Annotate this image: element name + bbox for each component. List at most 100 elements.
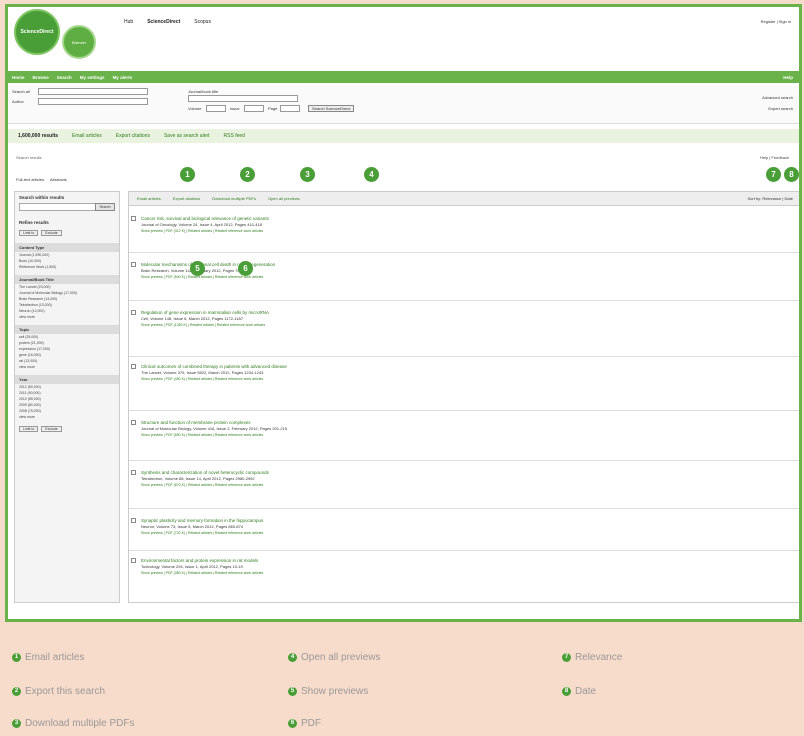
refine-buttons-bottom: Limit to Exclude xyxy=(15,424,119,434)
journal-label: Journal/book title xyxy=(188,89,219,94)
facet-head: Journal/Book Title xyxy=(15,275,119,284)
email-articles-link[interactable]: Email articles xyxy=(72,133,102,139)
toolbar-email-articles[interactable]: Email articles xyxy=(137,196,161,201)
header: ScienceDirect Elsevier Hub ScienceDirect… xyxy=(8,7,799,65)
exclude-button[interactable]: Exclude xyxy=(41,230,62,236)
navbar-item[interactable]: Home xyxy=(12,75,25,80)
navbar-item[interactable]: Browse xyxy=(33,75,49,80)
search-within-input[interactable]: Search xyxy=(19,203,115,211)
rss-feed-link[interactable]: RSS feed xyxy=(224,133,245,139)
navbar-item[interactable]: Search xyxy=(57,75,72,80)
view-more-link[interactable]: view more xyxy=(15,364,119,370)
facet-item[interactable]: Reference Work (1,500) xyxy=(15,264,119,270)
result-title[interactable]: Regulation of gene expression in mammali… xyxy=(141,310,791,315)
toolbar-download-pdfs[interactable]: Download multiple PDFs xyxy=(212,196,256,201)
result-links[interactable]: Show preview | PDF (540 K) | Related art… xyxy=(141,275,791,279)
issue-input[interactable] xyxy=(244,105,264,112)
navbar-item[interactable]: My settings xyxy=(80,75,105,80)
author-input[interactable] xyxy=(38,98,148,105)
callout-marker-5: 5 xyxy=(190,261,205,276)
result-links[interactable]: Show preview | PDF (1280 K) | Related ar… xyxy=(141,323,791,327)
toolbar-export-citations[interactable]: Export citations xyxy=(173,196,200,201)
search-panel: Search all Author Journal/book title Vol… xyxy=(8,86,799,124)
expert-search-link[interactable]: Expert search xyxy=(768,106,793,111)
result-title[interactable]: Environmental factors and protein expres… xyxy=(141,558,791,563)
result-checkbox[interactable] xyxy=(131,558,136,563)
result-divider xyxy=(129,508,799,509)
breadcrumb[interactable]: Search results xyxy=(16,155,42,160)
result-title[interactable]: Structure and function of membrane prote… xyxy=(141,420,791,425)
result-item: Synthesis and characterization of novel … xyxy=(131,470,791,487)
tab-full-text[interactable]: Full-text articles xyxy=(16,177,44,182)
result-title[interactable]: Synaptic plasticity and memory formation… xyxy=(141,518,791,523)
search-button[interactable]: Search ScienceDirect xyxy=(308,105,355,112)
result-meta: Neuron, Volume 73, Issue 5, March 2012, … xyxy=(141,524,244,529)
facet-topic: Topic cell (25,000) protein (21,000) exp… xyxy=(15,325,119,370)
toolbar-open-previews[interactable]: Open all previews xyxy=(268,196,300,201)
refine-sidebar: Search within results Search Refine resu… xyxy=(14,191,120,603)
limit-button[interactable]: Limit to xyxy=(19,426,39,432)
result-meta: Cell, Volume 148, Issue 6, March 2012, P… xyxy=(141,316,243,321)
volume-input[interactable] xyxy=(206,105,226,112)
result-checkbox[interactable] xyxy=(131,518,136,523)
facet-content-type: Content Type Journal (1,590,000) Book (1… xyxy=(15,243,119,270)
exclude-button[interactable]: Exclude xyxy=(41,426,62,432)
journal-input[interactable] xyxy=(188,95,298,102)
signin-links[interactable]: Register | Sign in xyxy=(761,19,791,24)
advanced-search-link[interactable]: Advanced search xyxy=(762,95,793,100)
view-more-link[interactable]: view more xyxy=(15,314,119,320)
result-links[interactable]: Show preview | PDF (720 K) | Related art… xyxy=(141,531,791,535)
result-checkbox[interactable] xyxy=(131,420,136,425)
save-alert-link[interactable]: Save as search alert xyxy=(164,133,210,139)
result-title[interactable]: Clinical outcomes of combined therapy in… xyxy=(141,364,791,369)
page-input[interactable] xyxy=(280,105,300,112)
search-all-input[interactable] xyxy=(38,88,148,95)
top-nav-item[interactable]: Scopus xyxy=(194,19,211,25)
export-citations-link[interactable]: Export citations xyxy=(116,133,150,139)
result-item: Cancer risk, survival and biological rel… xyxy=(131,216,791,233)
main-navbar: Home Browse Search My settings My alerts… xyxy=(8,71,799,83)
result-title[interactable]: Synthesis and characterization of novel … xyxy=(141,470,791,475)
result-meta: Tetrahedron, Volume 68, Issue 14, April … xyxy=(141,476,255,481)
view-more-link[interactable]: view more xyxy=(15,414,119,420)
result-checkbox[interactable] xyxy=(131,364,136,369)
legend-label: Email articles xyxy=(25,652,85,663)
result-links[interactable]: Show preview | PDF (670 K) | Related art… xyxy=(141,483,791,487)
author-label: Author xyxy=(12,99,24,104)
results-toolbar: Email articles Export citations Download… xyxy=(129,192,799,206)
result-title[interactable]: Cancer risk, survival and biological rel… xyxy=(141,216,791,221)
logo-big-text: ScienceDirect xyxy=(20,29,54,35)
result-checkbox[interactable] xyxy=(131,470,136,475)
facet-journal: Journal/Book Title The Lancet (23,000) J… xyxy=(15,275,119,320)
logo-big[interactable]: ScienceDirect xyxy=(14,9,60,55)
legend-number: 5 xyxy=(288,687,297,696)
result-checkbox[interactable] xyxy=(131,262,136,267)
top-nav-item[interactable]: ScienceDirect xyxy=(147,19,180,25)
result-links[interactable]: Show preview | PDF (450 K) | Related art… xyxy=(141,377,791,381)
legend-item: 6 PDF xyxy=(288,718,321,729)
facet-year: Year 2012 (80,000) 2011 (90,000) 2010 (8… xyxy=(15,375,119,420)
callout-marker-6: 6 xyxy=(238,261,253,276)
help-link[interactable]: Help xyxy=(783,75,793,80)
result-links[interactable]: Show preview | PDF (312 K) | Related art… xyxy=(141,229,791,233)
navbar-item[interactable]: My alerts xyxy=(113,75,133,80)
sidebar-title: Search within results xyxy=(19,195,65,200)
sort-by-control[interactable]: Sort by: Relevance | Date xyxy=(747,196,793,201)
top-nav: Hub ScienceDirect Scopus xyxy=(124,19,211,25)
help-feedback-links[interactable]: Help | Feedback xyxy=(760,155,789,160)
legend-number: 4 xyxy=(288,653,297,662)
legend-item: 3 Download multiple PDFs xyxy=(12,718,135,729)
result-links[interactable]: Show preview | PDF (380 K) | Related art… xyxy=(141,571,791,575)
result-count: 1,600,000 results xyxy=(18,133,59,139)
search-within-button[interactable]: Search xyxy=(95,203,115,211)
result-links[interactable]: Show preview | PDF (890 K) | Related art… xyxy=(141,433,791,437)
logo-small[interactable]: Elsevier xyxy=(62,25,96,59)
top-nav-item[interactable]: Hub xyxy=(124,19,133,25)
limit-button[interactable]: Limit to xyxy=(19,230,39,236)
result-checkbox[interactable] xyxy=(131,310,136,315)
result-divider xyxy=(129,300,799,301)
result-checkbox[interactable] xyxy=(131,216,136,221)
refine-title: Refine results xyxy=(19,220,49,225)
tab-abstracts[interactable]: Abstracts xyxy=(50,177,67,182)
facet-head: Year xyxy=(15,375,119,384)
